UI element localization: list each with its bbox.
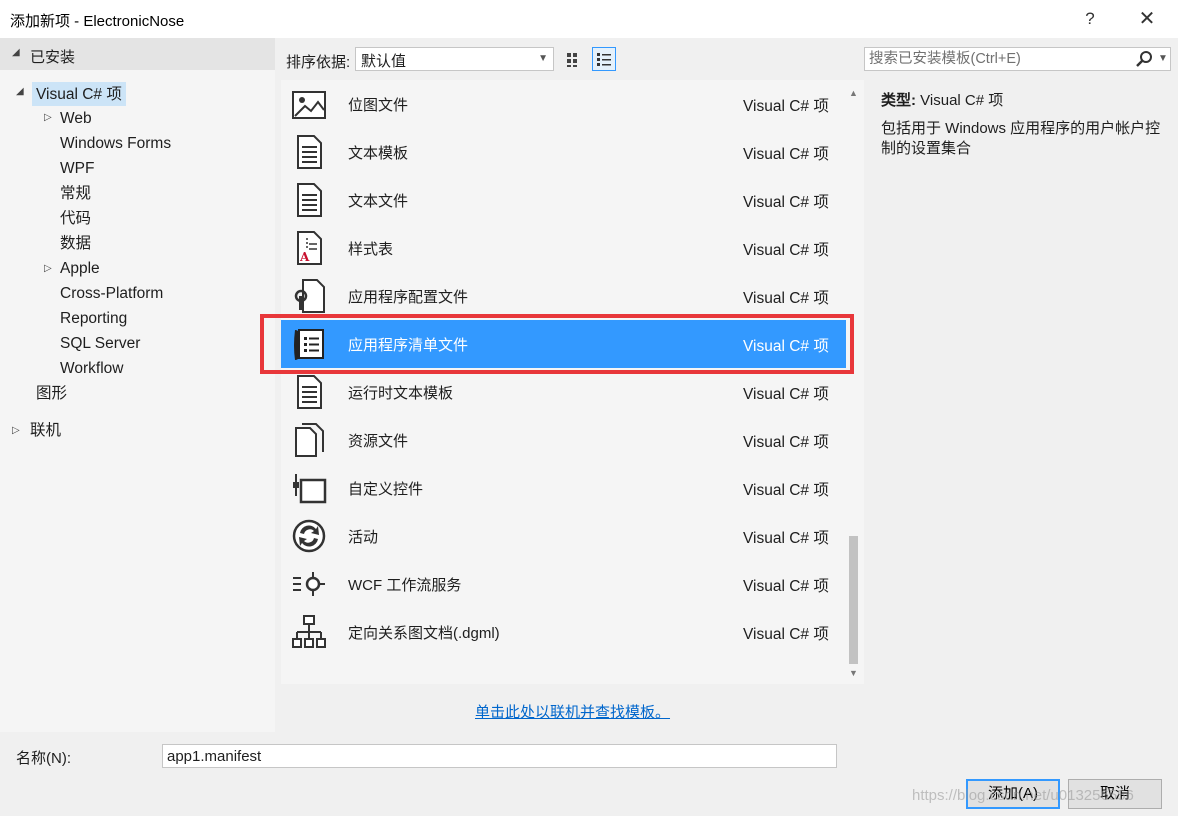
template-item[interactable]: A 样式表 Visual C# 项 — [281, 224, 846, 272]
template-item[interactable]: WCF 工作流服务 Visual C# 项 — [281, 560, 846, 608]
tree-item-online[interactable]: 联机 — [30, 419, 61, 443]
custom-control-icon — [293, 474, 327, 504]
tree-item-workflow[interactable]: Workflow — [60, 357, 123, 381]
activity-icon — [292, 519, 326, 553]
template-name: 样式表 — [348, 241, 394, 258]
details-type-label: 类型: — [881, 92, 916, 109]
sort-label: 排序依据: — [286, 54, 351, 71]
template-item[interactable]: 位图文件 Visual C# 项 — [281, 80, 846, 128]
tree-item-windows-forms[interactable]: Windows Forms — [60, 132, 171, 156]
collapse-arrow-icon[interactable]: ◢ — [12, 47, 20, 58]
expand-arrow-icon[interactable]: ▷ — [44, 112, 52, 123]
expand-arrow-icon[interactable]: ▷ — [12, 425, 20, 436]
template-name: 资源文件 — [348, 433, 409, 450]
search-box[interactable]: ▼ — [864, 47, 1171, 71]
template-name: 自定义控件 — [348, 481, 424, 498]
template-item[interactable]: 运行时文本模板 Visual C# 项 — [281, 368, 846, 416]
medium-icons-view-button[interactable] — [561, 47, 585, 71]
expand-arrow-icon[interactable]: ▷ — [44, 263, 52, 274]
template-list: 位图文件 Visual C# 项 文本模板 Visual C# 项 文本文件 V… — [281, 80, 864, 684]
text-template-icon — [297, 135, 322, 169]
sort-dropdown[interactable]: 默认值 ▼ — [355, 47, 554, 71]
watermark: https://blog.csdn.net/u013256556 — [912, 787, 1134, 804]
window-title: 添加新项 - ElectronicNose — [10, 13, 185, 30]
tree-item-general[interactable]: 常规 — [60, 182, 91, 206]
tree-item-visual-csharp[interactable]: Visual C# 项 — [32, 82, 126, 106]
tree-item-cross-platform[interactable]: Cross-Platform — [60, 282, 163, 306]
stylesheet-icon: A — [297, 231, 322, 265]
category-tree: ◢ 已安装 ◢ Visual C# 项 ▷ Web Windows Forms … — [0, 38, 275, 732]
tree-item-graphics[interactable]: 图形 — [36, 382, 67, 406]
name-input[interactable] — [162, 744, 837, 768]
tree-item-wpf[interactable]: WPF — [60, 157, 94, 181]
template-list-scrollbar[interactable]: ▲ ▼ — [845, 80, 864, 684]
close-button[interactable]: ✕ — [1128, 6, 1166, 32]
template-language: Visual C# 项 — [743, 242, 829, 259]
template-item[interactable]: 文本模板 Visual C# 项 — [281, 128, 846, 176]
template-name: WCF 工作流服务 — [348, 577, 462, 594]
installed-label: 已安装 — [30, 49, 76, 66]
find-templates-online-link[interactable]: 单击此处以联机并查找模板。 — [475, 701, 670, 722]
template-language: Visual C# 项 — [743, 98, 829, 115]
highlight-annotation-box — [260, 314, 854, 374]
resource-file-icon — [295, 423, 324, 457]
title-bar: 添加新项 - ElectronicNose ? ✕ — [0, 0, 1178, 38]
name-label: 名称(N): — [16, 750, 71, 767]
installed-header[interactable]: ◢ 已安装 — [0, 38, 275, 70]
scroll-down-icon[interactable]: ▼ — [849, 668, 858, 678]
scrollbar-thumb[interactable] — [849, 536, 858, 664]
scroll-up-icon[interactable]: ▲ — [849, 88, 858, 98]
chevron-down-icon: ▼ — [538, 53, 548, 64]
template-item[interactable]: 活动 Visual C# 项 — [281, 512, 846, 560]
template-language: Visual C# 项 — [743, 290, 829, 307]
wcf-workflow-icon — [293, 572, 325, 596]
template-name: 位图文件 — [348, 97, 409, 114]
collapse-arrow-icon[interactable]: ◢ — [16, 86, 24, 97]
template-name: 文本文件 — [348, 193, 409, 210]
text-file-icon — [297, 183, 322, 217]
help-button[interactable]: ? — [1072, 6, 1108, 32]
bitmap-icon — [292, 91, 326, 119]
dgml-icon — [292, 615, 326, 648]
template-language: Visual C# 项 — [743, 626, 829, 643]
tree-item-sql-server[interactable]: SQL Server — [60, 332, 140, 356]
grid-view-icon — [567, 53, 577, 67]
tree-item-code[interactable]: 代码 — [60, 207, 91, 231]
chevron-down-icon[interactable]: ▼ — [1158, 53, 1168, 64]
search-input[interactable] — [869, 50, 1124, 68]
template-name: 运行时文本模板 — [348, 385, 454, 402]
template-language: Visual C# 项 — [743, 530, 829, 547]
app-config-icon — [294, 279, 325, 313]
list-view-button[interactable] — [592, 47, 616, 71]
template-language: Visual C# 项 — [743, 578, 829, 595]
template-language: Visual C# 项 — [743, 434, 829, 451]
template-language: Visual C# 项 — [743, 386, 829, 403]
template-name: 定向关系图文档(.dgml) — [348, 625, 500, 642]
template-item[interactable]: 应用程序配置文件 Visual C# 项 — [281, 272, 846, 320]
template-name: 文本模板 — [348, 145, 409, 162]
template-name: 应用程序配置文件 — [348, 289, 469, 306]
details-type: 类型: Visual C# 项 — [881, 89, 1003, 110]
template-item[interactable]: 资源文件 Visual C# 项 — [281, 416, 846, 464]
template-item[interactable]: 定向关系图文档(.dgml) Visual C# 项 — [281, 608, 846, 656]
template-language: Visual C# 项 — [743, 194, 829, 211]
details-type-value: Visual C# 项 — [920, 92, 1004, 109]
runtime-text-template-icon — [297, 375, 322, 409]
tree-item-data[interactable]: 数据 — [60, 232, 91, 256]
tree-item-reporting[interactable]: Reporting — [60, 307, 127, 331]
details-description: 包括用于 Windows 应用程序的用户帐户控制的设置集合 — [881, 120, 1161, 157]
template-language: Visual C# 项 — [743, 146, 829, 163]
sort-value: 默认值 — [361, 53, 407, 70]
tree-item-web[interactable]: Web — [60, 107, 92, 131]
svg-text:A: A — [299, 250, 310, 264]
template-name: 活动 — [348, 529, 379, 546]
template-language: Visual C# 项 — [743, 482, 829, 499]
template-item[interactable]: 自定义控件 Visual C# 项 — [281, 464, 846, 512]
tree-item-apple[interactable]: Apple — [60, 257, 100, 281]
search-icon[interactable] — [1135, 50, 1155, 68]
list-view-icon — [597, 53, 611, 66]
toolbar: 排序依据: 默认值 ▼ ▼ — [275, 38, 1178, 80]
template-item[interactable]: 文本文件 Visual C# 项 — [281, 176, 846, 224]
